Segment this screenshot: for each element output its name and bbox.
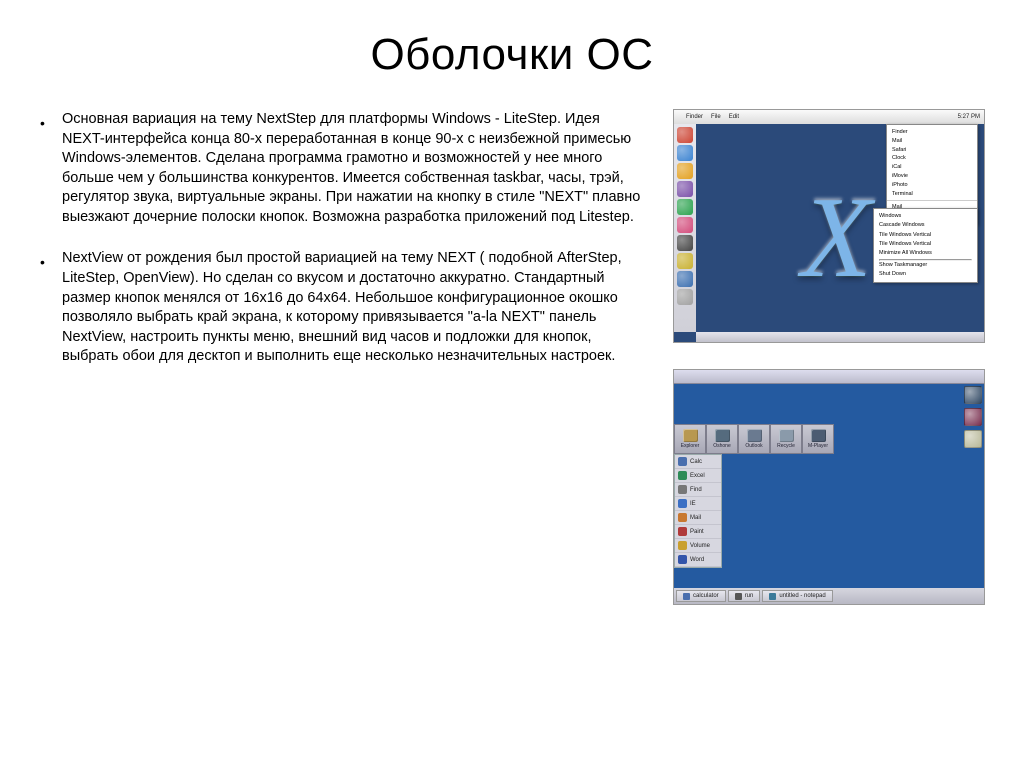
panel-item: Word — [675, 553, 721, 567]
taskbar — [696, 332, 984, 342]
image-column: Finder File Edit 5:27 PM — [674, 110, 984, 604]
taskbar-button: run — [728, 590, 761, 602]
dock-icon — [677, 289, 693, 305]
dock-button: M-Player — [802, 424, 834, 454]
panel-item: Find — [675, 483, 721, 497]
taskbar-button: calculator — [676, 590, 726, 602]
tray-icon — [964, 386, 982, 404]
dock-label: Oshone — [713, 443, 731, 449]
text-column: Основная вариация на тему NextStep для п… — [40, 110, 644, 604]
panel-item: Excel — [675, 469, 721, 483]
dock-icon — [677, 253, 693, 269]
bullet-item: NextView от рождения был простой вариаци… — [40, 249, 644, 366]
menubar-item: Finder — [686, 114, 703, 120]
panel-item: Mail — [675, 511, 721, 525]
dock-icon — [677, 181, 693, 197]
dock-icon — [677, 235, 693, 251]
menubar-item: Edit — [729, 114, 739, 120]
menu-item: Show Taskmanager — [879, 261, 972, 270]
dock-icon — [677, 199, 693, 215]
bullet-dot-icon — [40, 110, 62, 227]
menu-item: Safari — [892, 146, 972, 155]
menu-item: iMovie — [892, 172, 972, 181]
wallpaper-x-logo: X — [801, 172, 856, 304]
dock-icon — [677, 163, 693, 179]
bullet-text: NextView от рождения был простой вариаци… — [62, 249, 644, 366]
desktop-titlebar — [674, 370, 984, 384]
dock-icon — [677, 217, 693, 233]
menu-item: Tile Windows Vertical — [879, 231, 972, 240]
dock-button: Outlook — [738, 424, 770, 454]
dock-button: Explorer — [674, 424, 706, 454]
dock-icon — [677, 127, 693, 143]
content-row: Основная вариация на тему NextStep для п… — [40, 110, 984, 604]
menu-item: Minimize All Windows — [879, 249, 972, 258]
menu-item: Terminal — [892, 190, 972, 199]
menu-item: Cascade Windows — [879, 221, 972, 230]
menu-item: Shut Down — [879, 270, 972, 279]
slide-title: Оболочки ОС — [40, 30, 984, 80]
screenshot-litestep-macstyle: Finder File Edit 5:27 PM — [674, 110, 984, 342]
context-submenu: Windows Cascade Windows Tile Windows Ver… — [873, 208, 978, 283]
dock-label: Outlook — [745, 443, 762, 449]
dock-icon — [677, 145, 693, 161]
next-dock: Explorer Oshone Outlook Recycle M-Player — [674, 424, 834, 454]
tray-icon — [964, 408, 982, 426]
right-tray — [962, 384, 984, 448]
menu-item: Windows — [879, 212, 972, 221]
panel-item: IE — [675, 497, 721, 511]
bullet-dot-icon — [40, 249, 62, 366]
tray-icon — [964, 430, 982, 448]
menu-item: iCal — [892, 163, 972, 172]
menubar-clock: 5:27 PM — [958, 114, 980, 120]
menu-item: Finder — [892, 128, 972, 137]
menu-item: Tile Windows Vertical — [879, 240, 972, 249]
dock-button: Recycle — [770, 424, 802, 454]
taskbar: calculator run untitled - notepad — [674, 588, 984, 604]
left-panel: Calc Excel Find IE Mail Paint Volume Wor… — [674, 454, 722, 568]
menu-item: Clock — [892, 154, 972, 163]
dock-label: Recycle — [777, 443, 795, 449]
menu-item: iPhoto — [892, 181, 972, 190]
bullet-text: Основная вариация на тему NextStep для п… — [62, 110, 644, 227]
slide: Оболочки ОС Основная вариация на тему Ne… — [0, 0, 1024, 767]
panel-item: Calc — [675, 455, 721, 469]
dock-label: M-Player — [808, 443, 828, 449]
panel-item: Volume — [675, 539, 721, 553]
menubar-item: File — [711, 114, 721, 120]
dock-icon — [677, 271, 693, 287]
screenshot-nextview: Explorer Oshone Outlook Recycle M-Player… — [674, 370, 984, 604]
sidebar — [674, 124, 696, 332]
menu-item: Mail — [892, 137, 972, 146]
dock-label: Explorer — [681, 443, 700, 449]
menubar: Finder File Edit 5:27 PM — [674, 110, 984, 124]
taskbar-button: untitled - notepad — [762, 590, 832, 602]
dock-button: Oshone — [706, 424, 738, 454]
bullet-item: Основная вариация на тему NextStep для п… — [40, 110, 644, 227]
panel-item: Paint — [675, 525, 721, 539]
